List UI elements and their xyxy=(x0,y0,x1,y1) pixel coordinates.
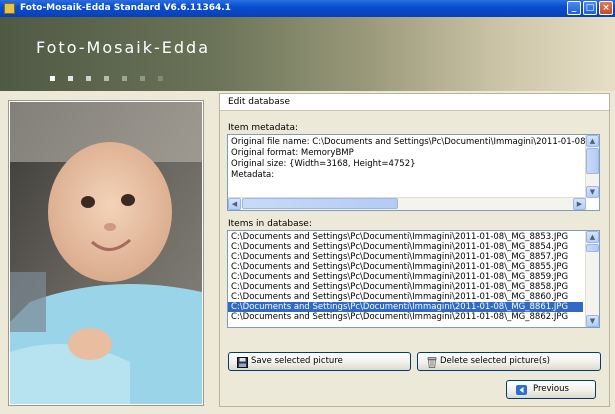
list-item[interactable]: C:\Documents and Settings\Pc\Documenti\I… xyxy=(228,292,583,302)
edit-database-panel: Edit database Item metadata: Original fi… xyxy=(219,93,610,407)
scroll-left-icon[interactable]: ◀ xyxy=(228,198,241,210)
header-banner: Foto-Mosaik-Edda xyxy=(0,17,615,91)
previous-button[interactable]: Previous xyxy=(506,380,596,399)
photo-preview xyxy=(8,100,204,406)
scroll-right-icon[interactable]: ▶ xyxy=(573,198,586,210)
baby-photo xyxy=(10,102,202,404)
save-button-label: Save selected picture xyxy=(251,356,343,366)
list-item[interactable]: C:\Documents and Settings\Pc\Documenti\I… xyxy=(228,312,583,322)
minimize-button[interactable]: _ xyxy=(567,1,581,15)
items-vertical-scrollbar[interactable]: ▲ ▼ xyxy=(585,231,599,327)
scroll-up-icon[interactable]: ▲ xyxy=(586,135,599,147)
list-item[interactable]: C:\Documents and Settings\Pc\Documenti\I… xyxy=(228,252,583,262)
floppy-disk-icon xyxy=(237,357,248,368)
list-item[interactable]: C:\Documents and Settings\Pc\Documenti\I… xyxy=(228,282,583,292)
metadata-line: Original format: MemoryBMP xyxy=(231,148,354,158)
list-item-selected[interactable]: C:\Documents and Settings\Pc\Documenti\I… xyxy=(228,302,583,312)
save-selected-picture-button[interactable]: Save selected picture xyxy=(228,352,411,371)
metadata-vertical-scrollbar[interactable]: ▲ ▼ xyxy=(585,135,599,198)
metadata-line: Metadata: xyxy=(231,170,275,180)
delete-selected-pictures-button[interactable]: Delete selected picture(s) xyxy=(417,352,601,371)
app-icon[interactable] xyxy=(4,3,15,14)
scroll-down-icon[interactable]: ▼ xyxy=(586,315,599,327)
list-item[interactable]: C:\Documents and Settings\Pc\Documenti\I… xyxy=(228,232,583,242)
list-item[interactable]: C:\Documents and Settings\Pc\Documenti\I… xyxy=(228,242,583,252)
trash-icon xyxy=(427,357,437,368)
scroll-thumb[interactable] xyxy=(242,198,398,209)
items-list[interactable]: C:\Documents and Settings\Pc\Documenti\I… xyxy=(227,230,600,328)
metadata-line: Original file name: C:\Documents and Set… xyxy=(231,137,589,147)
item-metadata-label: Item metadata: xyxy=(228,123,299,133)
maximize-button[interactable]: □ xyxy=(583,1,597,15)
metadata-line: Original size: {Width=3168, Height=4752} xyxy=(231,159,416,169)
metadata-horizontal-scrollbar[interactable]: ◀ ▶ xyxy=(228,197,586,210)
arrow-left-icon xyxy=(516,385,527,395)
close-button[interactable]: × xyxy=(599,1,613,15)
title-bar: Foto-Mosaik-Edda Standard V6.6.11364.1 _… xyxy=(0,0,615,17)
previous-button-label: Previous xyxy=(533,384,569,394)
brand-logo: Foto-Mosaik-Edda xyxy=(36,38,210,57)
scroll-up-icon[interactable]: ▲ xyxy=(586,231,599,243)
window-title: Foto-Mosaik-Edda Standard V6.6.11364.1 xyxy=(20,3,231,13)
scroll-thumb[interactable] xyxy=(586,244,599,252)
list-item[interactable]: C:\Documents and Settings\Pc\Documenti\I… xyxy=(228,262,583,272)
scroll-thumb[interactable] xyxy=(586,148,599,174)
list-item[interactable]: C:\Documents and Settings\Pc\Documenti\I… xyxy=(228,272,583,282)
item-metadata-box[interactable]: Original file name: C:\Documents and Set… xyxy=(227,134,600,211)
items-in-database-label: Items in database: xyxy=(228,219,312,229)
scroll-down-icon[interactable]: ▼ xyxy=(586,186,599,198)
delete-button-label: Delete selected picture(s) xyxy=(440,356,550,366)
panel-title: Edit database xyxy=(220,94,609,111)
